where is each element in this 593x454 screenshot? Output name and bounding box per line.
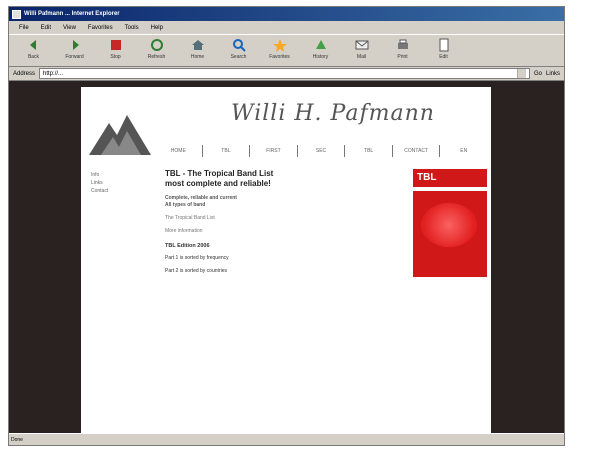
address-input[interactable]: http://...	[39, 68, 530, 79]
back-icon	[29, 40, 36, 50]
mountain-logo-icon	[89, 115, 151, 155]
go-button[interactable]: Go	[534, 71, 542, 77]
intro-paragraph: The Tropical Band List	[165, 215, 215, 221]
window-title: Willi Pafmann ... Internet Explorer	[24, 11, 120, 17]
chevron-down-icon[interactable]	[516, 69, 526, 78]
nav-item-first[interactable]: FIRST	[249, 145, 297, 157]
toolbar-refresh-button[interactable]: Refresh	[138, 37, 175, 60]
browser-viewport: Willi H. Pafmann HOME TBL FIRST SEC TBL …	[9, 81, 564, 433]
part1-text: Part 1 is sorted by frequency	[165, 255, 229, 261]
feature-list: Complete, reliable and current All types…	[165, 195, 393, 209]
book-cover-image[interactable]: TBL	[413, 169, 487, 277]
toolbar-stop-button[interactable]: Stop	[97, 37, 134, 60]
toolbar-label: History	[312, 54, 329, 60]
history-icon	[315, 40, 326, 49]
feature-item: All types of band	[165, 202, 206, 208]
cover-graphic	[421, 203, 477, 247]
address-value: http://...	[43, 70, 64, 77]
title-bar: Willi Pafmann ... Internet Explorer	[9, 7, 564, 21]
nav-item-tbl-2[interactable]: TBL	[344, 145, 392, 157]
toolbar-label: Back	[27, 54, 40, 60]
site-title: Willi H. Pafmann	[231, 101, 435, 126]
menu-view[interactable]: View	[63, 25, 76, 31]
menu-bar: File Edit View Favorites Tools Help	[9, 21, 564, 34]
toolbar-label: Stop	[110, 54, 121, 60]
browser-window: Willi Pafmann ... Internet Explorer File…	[8, 6, 565, 446]
feature-item: Complete, reliable and current	[165, 195, 237, 201]
favorites-icon	[272, 39, 287, 52]
toolbar-label: Favorites	[269, 54, 290, 60]
part2-text: Part 2 is sorted by countries	[165, 268, 227, 274]
toolbar-search-button[interactable]: Search	[220, 37, 257, 60]
page-heading: TBL - The Tropical Band List	[165, 169, 274, 178]
toolbar-edit-button[interactable]: Edit	[425, 37, 462, 60]
web-page: Willi H. Pafmann HOME TBL FIRST SEC TBL …	[81, 87, 491, 433]
book-title: TBL	[417, 172, 437, 183]
menu-file[interactable]: File	[19, 25, 29, 31]
menu-help[interactable]: Help	[151, 25, 163, 31]
links-button[interactable]: Links	[546, 71, 560, 77]
toolbar-label: Edit	[439, 54, 448, 60]
main-content: TBL - The Tropical Band List most comple…	[165, 169, 393, 275]
nav-item-contact[interactable]: CONTACT	[391, 145, 440, 157]
address-bar: Address http://... Go Links	[9, 67, 564, 81]
toolbar-mail-button[interactable]: Mail	[343, 37, 380, 60]
menu-favorites[interactable]: Favorites	[88, 25, 113, 31]
nav-item-en[interactable]: EN	[439, 145, 487, 157]
toolbar-forward-button[interactable]: Forward	[56, 37, 93, 60]
address-label: Address	[13, 70, 36, 77]
print-icon	[397, 39, 408, 49]
home-icon	[191, 40, 204, 50]
toolbar-label: Mail	[356, 54, 367, 60]
toolbar-label: Forward	[65, 54, 84, 60]
site-nav: HOME TBL FIRST SEC TBL CONTACT EN	[155, 145, 487, 157]
browser-app-icon	[12, 9, 21, 19]
nav-item-home[interactable]: HOME	[155, 145, 202, 157]
forward-icon	[72, 40, 79, 50]
side-nav-item[interactable]: Info	[91, 171, 108, 179]
toolbar-history-button[interactable]: History	[302, 37, 339, 60]
side-nav-item[interactable]: Contact	[91, 187, 108, 195]
status-bar: Done	[9, 433, 564, 445]
toolbar-print-button[interactable]: Print	[384, 37, 421, 60]
toolbar-back-button[interactable]: Back	[15, 37, 52, 60]
search-icon	[232, 39, 246, 52]
mail-icon	[355, 40, 368, 50]
status-text: Done	[11, 436, 23, 443]
info-paragraph: More information	[165, 228, 203, 234]
toolbar-label: Print	[397, 54, 408, 60]
toolbar-label: Refresh	[147, 54, 166, 60]
page-subheading: most complete and reliable!	[165, 179, 271, 188]
nav-item-sec[interactable]: SEC	[296, 145, 345, 157]
nav-item-tbl[interactable]: TBL	[201, 145, 250, 157]
toolbar-label: Home	[190, 54, 205, 60]
toolbar-home-button[interactable]: Home	[179, 37, 216, 60]
side-nav: Info Links Contact	[91, 171, 108, 195]
menu-tools[interactable]: Tools	[125, 25, 139, 31]
cover-band	[413, 187, 487, 191]
toolbar-label: Search	[230, 54, 247, 60]
menu-edit[interactable]: Edit	[41, 25, 51, 31]
side-nav-item[interactable]: Links	[91, 179, 108, 187]
edit-icon	[439, 38, 448, 52]
toolbar: Back Forward Stop Refresh Home Search Fa…	[9, 34, 564, 67]
stop-icon	[110, 40, 121, 50]
refresh-icon	[150, 39, 163, 51]
section-heading: TBL Edition 2006	[165, 243, 210, 249]
toolbar-favorites-button[interactable]: Favorites	[261, 37, 298, 60]
